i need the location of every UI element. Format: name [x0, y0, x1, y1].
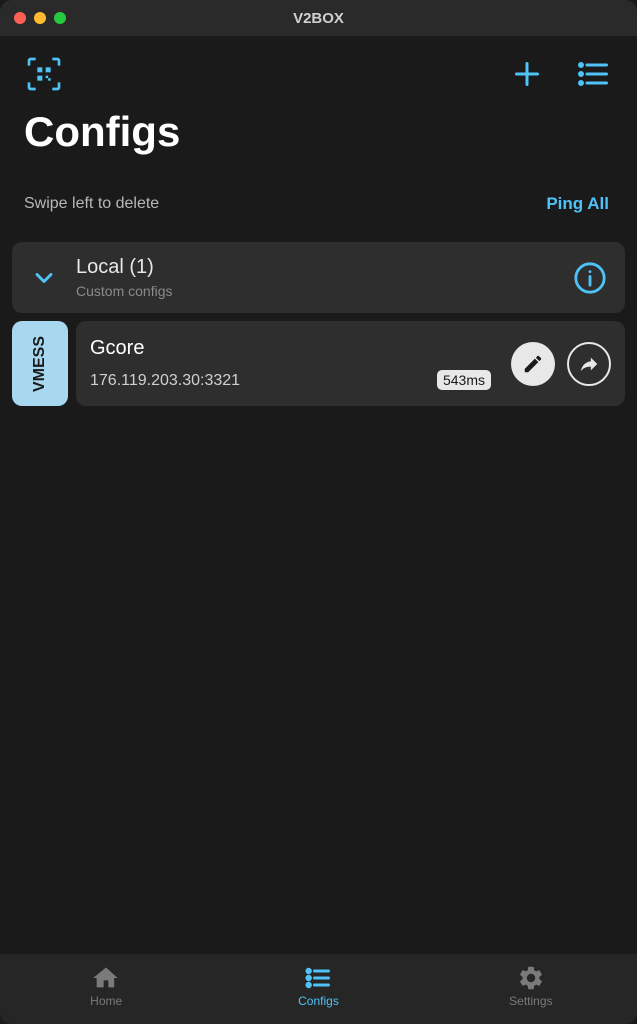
nav-settings[interactable]: Settings [426, 964, 636, 1008]
list-view-button[interactable] [573, 56, 613, 92]
topbar [0, 36, 637, 102]
protocol-tag: VMESS [12, 321, 68, 406]
group-header[interactable]: Local (1) Custom configs [12, 242, 625, 313]
group-info-button[interactable] [573, 261, 607, 295]
qr-icon [24, 54, 64, 94]
config-actions [511, 342, 611, 386]
edit-config-button[interactable] [511, 342, 555, 386]
share-icon [578, 353, 600, 375]
group-name: Local (1) [76, 256, 555, 279]
list-icon [573, 56, 613, 92]
group-text: Local (1) Custom configs [76, 256, 555, 299]
config-name: Gcore [90, 337, 437, 360]
group-subtitle: Custom configs [76, 283, 555, 299]
qr-scan-button[interactable] [24, 54, 64, 94]
swipe-hint: Swipe left to delete [24, 195, 159, 213]
gear-icon [517, 964, 545, 992]
nav-home[interactable]: Home [1, 964, 211, 1008]
nav-configs-label: Configs [298, 994, 339, 1008]
minimize-window-button[interactable] [34, 12, 46, 24]
home-icon [92, 964, 120, 992]
share-config-button[interactable] [567, 342, 611, 386]
window-title: V2BOX [293, 10, 344, 27]
titlebar: V2BOX [0, 0, 637, 36]
content-area: Local (1) Custom configs VMESS Gcore 176… [0, 242, 637, 954]
nav-configs[interactable]: Configs [213, 964, 423, 1008]
nav-home-label: Home [90, 994, 122, 1008]
add-config-button[interactable] [509, 56, 545, 92]
pencil-icon [522, 353, 544, 375]
info-icon [573, 261, 607, 295]
traffic-lights [14, 12, 66, 24]
config-info: Gcore 176.119.203.30:3321 [90, 337, 437, 390]
hint-row: Swipe left to delete Ping All [0, 174, 637, 242]
ping-all-button[interactable]: Ping All [546, 194, 609, 214]
config-row: VMESS Gcore 176.119.203.30:3321 543ms [12, 321, 625, 406]
close-window-button[interactable] [14, 12, 26, 24]
plus-icon [509, 56, 545, 92]
bottom-nav: Home Configs Settings [0, 954, 637, 1024]
ping-badge: 543ms [437, 370, 491, 390]
configs-icon [304, 964, 332, 992]
maximize-window-button[interactable] [54, 12, 66, 24]
page-title: Configs [0, 102, 637, 174]
app-window: V2BOX [0, 0, 637, 1024]
chevron-down-icon [30, 264, 58, 292]
nav-settings-label: Settings [509, 994, 552, 1008]
config-card[interactable]: Gcore 176.119.203.30:3321 543ms [76, 321, 625, 406]
config-address: 176.119.203.30:3321 [90, 372, 437, 390]
